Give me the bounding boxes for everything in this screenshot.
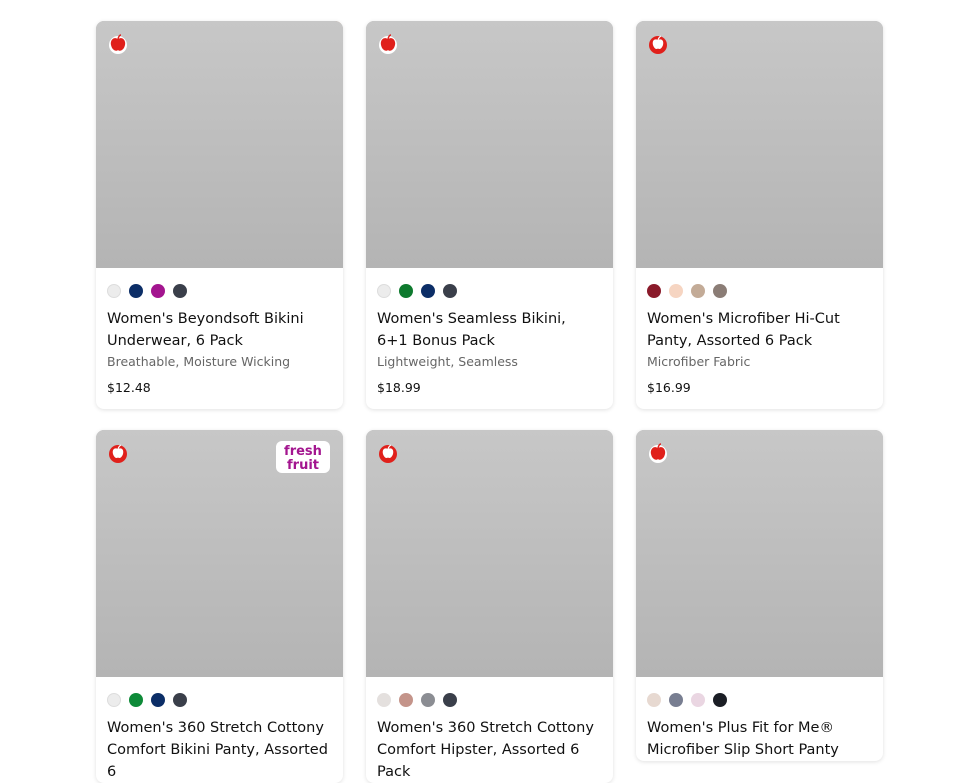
color-swatch[interactable] — [669, 284, 683, 298]
product-title-line: Women's Seamless Bikini, — [377, 311, 566, 327]
color-swatch[interactable] — [377, 693, 391, 707]
apple-outline-icon — [647, 33, 669, 55]
color-swatches — [96, 268, 343, 298]
color-swatches — [636, 268, 883, 298]
color-swatch[interactable] — [691, 284, 705, 298]
product-title[interactable]: Women's 360 Stretch Cottony Comfort Biki… — [96, 707, 343, 783]
fresh-text: fresh — [284, 444, 322, 459]
color-swatch[interactable] — [377, 284, 391, 298]
product-image[interactable] — [636, 430, 883, 677]
product-card[interactable]: fresh fruit Women's 360 Stretch Cottony … — [96, 430, 343, 783]
fresh-fruit-badge: fresh fruit — [275, 440, 331, 474]
product-image[interactable] — [366, 21, 613, 268]
color-swatch[interactable] — [151, 284, 165, 298]
apple-filled-icon — [647, 442, 669, 464]
product-title[interactable]: Women's 360 Stretch Cottony Comfort Hips… — [366, 707, 613, 783]
apple-filled-icon — [377, 33, 399, 55]
product-title-line: 6+1 Bonus Pack — [377, 333, 495, 349]
product-price: $12.48 — [107, 380, 151, 395]
product-card[interactable]: Women's Microfiber Hi-Cut Panty, Assorte… — [636, 21, 883, 409]
product-title[interactable]: Women's Beyondsoft Bikini Underwear, 6 P… — [96, 298, 343, 352]
color-swatches — [96, 677, 343, 707]
product-title-line: Women's 360 Stretch Cottony — [377, 720, 594, 736]
apple-outline-icon — [377, 442, 399, 464]
product-card[interactable]: Women's Seamless Bikini, 6+1 Bonus Pack … — [366, 21, 613, 409]
apple-outline-icon — [107, 442, 129, 464]
color-swatch[interactable] — [399, 693, 413, 707]
product-title-line: Underwear, 6 Pack — [107, 333, 243, 349]
product-title[interactable]: Women's Plus Fit for Me® Microfiber Slip… — [636, 707, 883, 761]
product-subtitle: Lightweight, Seamless — [377, 354, 518, 369]
color-swatch[interactable] — [107, 693, 121, 707]
color-swatch[interactable] — [713, 284, 727, 298]
apple-filled-icon — [107, 33, 129, 55]
product-grid: Women's Beyondsoft Bikini Underwear, 6 P… — [0, 0, 980, 783]
color-swatch[interactable] — [107, 284, 121, 298]
product-title-line: Microfiber Slip Short Panty — [647, 742, 839, 758]
color-swatch[interactable] — [443, 284, 457, 298]
color-swatch[interactable] — [647, 693, 661, 707]
product-image[interactable]: fresh fruit — [96, 430, 343, 677]
color-swatch[interactable] — [669, 693, 683, 707]
color-swatch[interactable] — [713, 693, 727, 707]
product-image[interactable] — [636, 21, 883, 268]
color-swatches — [366, 268, 613, 298]
color-swatch[interactable] — [421, 284, 435, 298]
color-swatch[interactable] — [151, 693, 165, 707]
product-image[interactable] — [366, 430, 613, 677]
color-swatches — [366, 677, 613, 707]
color-swatch[interactable] — [399, 284, 413, 298]
product-card[interactable]: Women's Plus Fit for Me® Microfiber Slip… — [636, 430, 883, 761]
product-title-line: Comfort Bikini Panty, Assorted 6 — [107, 742, 328, 780]
product-card[interactable]: Women's 360 Stretch Cottony Comfort Hips… — [366, 430, 613, 783]
product-price: $16.99 — [647, 380, 691, 395]
product-card[interactable]: Women's Beyondsoft Bikini Underwear, 6 P… — [96, 21, 343, 409]
product-title[interactable]: Women's Microfiber Hi-Cut Panty, Assorte… — [636, 298, 883, 352]
product-title-line: Panty, Assorted 6 Pack — [647, 333, 813, 349]
color-swatch[interactable] — [129, 693, 143, 707]
product-title[interactable]: Women's Seamless Bikini, 6+1 Bonus Pack — [366, 298, 613, 352]
product-title-line: Women's 360 Stretch Cottony — [107, 720, 324, 736]
color-swatch[interactable] — [129, 284, 143, 298]
product-title-line: Women's Plus Fit for Me® — [647, 720, 834, 736]
product-price: $18.99 — [377, 380, 421, 395]
product-title-line: Women's Microfiber Hi-Cut — [647, 311, 840, 327]
product-subtitle: Microfiber Fabric — [647, 354, 751, 369]
product-title-line: Comfort Hipster, Assorted 6 Pack — [377, 742, 580, 780]
product-title-line: Women's Beyondsoft Bikini — [107, 311, 304, 327]
product-image[interactable] — [96, 21, 343, 268]
color-swatch[interactable] — [173, 284, 187, 298]
color-swatches — [636, 677, 883, 707]
fruit-text: fruit — [287, 458, 319, 473]
color-swatch[interactable] — [173, 693, 187, 707]
color-swatch[interactable] — [691, 693, 705, 707]
color-swatch[interactable] — [421, 693, 435, 707]
color-swatch[interactable] — [443, 693, 457, 707]
product-subtitle: Breathable, Moisture Wicking — [107, 354, 291, 369]
color-swatch[interactable] — [647, 284, 661, 298]
